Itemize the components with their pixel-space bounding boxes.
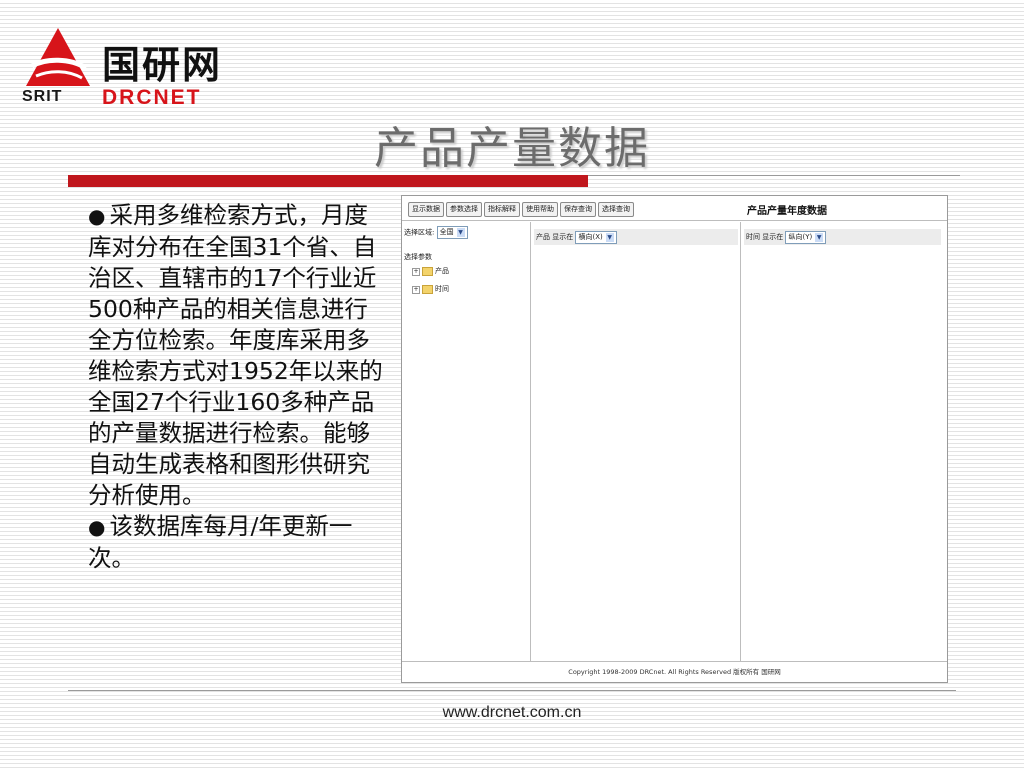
tree-item-label: 时间: [435, 285, 449, 293]
title-accent-bar: [68, 175, 588, 187]
show-data-button[interactable]: 显示数据: [408, 202, 444, 217]
slide-body: ● 采用多维检索方式，月度库对分布在全国31个省、自治区、直辖市的17个行业近50…: [88, 200, 388, 574]
chevron-down-icon: ▼: [456, 228, 465, 237]
chevron-down-icon: ▼: [815, 232, 824, 242]
footer-divider-line: [68, 690, 956, 691]
product-axis-dropdown[interactable]: 横向(X) ▼: [575, 230, 617, 244]
product-axis-value: 横向(X): [578, 232, 603, 241]
tree-item-product[interactable]: + 产品: [412, 266, 449, 276]
bullet-icon: ●: [88, 204, 106, 228]
bullet-paragraph-2: ● 该数据库每月/年更新一次。: [88, 511, 388, 574]
time-axis-label: 时间 显示在: [746, 233, 784, 241]
product-axis-pane: 产品 显示在 横向(X) ▼: [532, 222, 741, 662]
tree-item-label: 产品: [435, 267, 449, 275]
time-axis-header: 时间 显示在 纵向(Y) ▼: [744, 229, 941, 245]
time-axis-pane: 时间 显示在 纵向(Y) ▼: [742, 222, 943, 662]
expand-icon[interactable]: +: [412, 286, 420, 294]
product-axis-header: 产品 显示在 横向(X) ▼: [534, 229, 738, 245]
expand-icon[interactable]: +: [412, 268, 420, 276]
footer-url: www.drcnet.com.cn: [442, 704, 582, 721]
folder-icon: [422, 266, 433, 276]
chevron-down-icon: ▼: [605, 232, 614, 242]
region-value: 全国: [439, 228, 454, 236]
app-copyright: Copyright 1998-2009 DRCnet. All Rights R…: [402, 661, 947, 682]
choose-query-button[interactable]: 选择查询: [598, 202, 634, 217]
database-app-screenshot: 显示数据 参数选择 指标解释 使用帮助 保存查询 选择查询 产品产量年度数据 选择区域: …: [401, 195, 948, 683]
save-query-button[interactable]: 保存查询: [560, 202, 596, 217]
param-select-button[interactable]: 参数选择: [446, 202, 482, 217]
slide-title: 产品产量数据: [374, 123, 650, 174]
folder-icon: [422, 284, 433, 294]
help-button[interactable]: 使用帮助: [522, 202, 558, 217]
time-axis-dropdown[interactable]: 纵向(Y) ▼: [785, 230, 827, 244]
title-divider-line: [588, 175, 960, 176]
bullet-paragraph-1: ● 采用多维检索方式，月度库对分布在全国31个省、自治区、直辖市的17个行业近50…: [88, 200, 388, 511]
indicator-explain-button[interactable]: 指标解释: [484, 202, 520, 217]
drcnet-logo: SRIT 国研网 DRCNET: [22, 28, 242, 110]
tree-item-time[interactable]: + 时间: [412, 284, 449, 294]
param-pane: 选择区域: 全国 ▼ 选择参数 + 产品 + 时间: [402, 222, 531, 662]
time-axis-value: 纵向(Y): [788, 232, 813, 241]
srit-triangle-icon: [26, 28, 90, 86]
region-label: 选择区域:: [404, 228, 435, 237]
app-toolbar: 显示数据 参数选择 指标解释 使用帮助 保存查询 选择查询: [408, 202, 941, 218]
toolbar-divider: [402, 220, 947, 221]
params-label: 选择参数: [404, 253, 432, 261]
paragraph-1-text: 采用多维检索方式，月度库对分布在全国31个省、自治区、直辖市的17个行业近500…: [88, 201, 383, 509]
logo-chinese-text: 国研网: [102, 43, 223, 87]
paragraph-2-text: 该数据库每月/年更新一次。: [88, 512, 353, 572]
product-axis-label: 产品 显示在: [536, 233, 574, 241]
app-title: 产品产量年度数据: [747, 206, 827, 217]
bullet-icon: ●: [88, 515, 106, 539]
region-dropdown[interactable]: 全国 ▼: [436, 226, 468, 239]
logo-drcnet-text: DRCNET: [102, 86, 202, 109]
logo-srit-text: SRIT: [22, 88, 63, 105]
region-selector: 选择区域: 全国 ▼: [404, 226, 468, 239]
